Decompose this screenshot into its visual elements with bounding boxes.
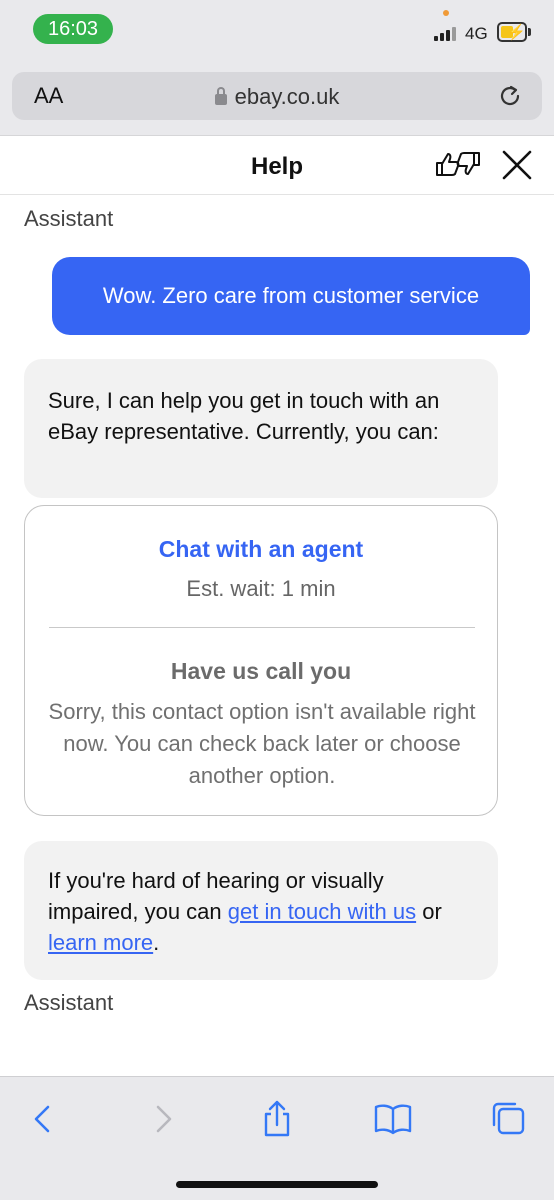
thumbs-feedback-icon[interactable] (434, 149, 482, 179)
tabs-icon[interactable] (489, 1099, 529, 1139)
forward-icon[interactable] (142, 1099, 182, 1139)
share-icon[interactable] (257, 1099, 297, 1139)
address-bar[interactable]: AA ebay.co.uk (12, 72, 542, 120)
reload-icon[interactable] (496, 82, 524, 110)
accessibility-message-bubble: If you're hard of hearing or visually im… (24, 841, 498, 980)
card-divider (49, 627, 475, 628)
home-indicator[interactable] (176, 1181, 378, 1188)
contact-options-card: Chat with an agent Est. wait: 1 min Have… (24, 505, 498, 816)
network-type: 4G (465, 24, 488, 43)
user-message-bubble: Wow. Zero care from customer service (52, 257, 530, 335)
have-us-call-you-option: Have us call you (170, 658, 352, 684)
signal-strength-icon (434, 25, 458, 41)
status-bar: 16:03 4G ⚡ (0, 0, 554, 56)
sender-label: Assistant (24, 990, 114, 1015)
chat-with-agent-link[interactable]: Chat with an agent (25, 536, 497, 563)
lock-icon (214, 87, 227, 105)
privacy-indicator-dot (443, 10, 449, 16)
bookmarks-icon[interactable] (373, 1099, 413, 1139)
learn-more-link[interactable]: learn more (48, 930, 153, 955)
battery-cap (528, 28, 531, 36)
url-text: ebay.co.uk (234, 84, 340, 109)
browser-address-area: AA ebay.co.uk (0, 56, 554, 136)
chat-wait-time: Est. wait: 1 min (186, 576, 336, 601)
chat-transcript[interactable]: Assistant Wow. Zero care from customer s… (0, 196, 554, 1076)
sender-label: Assistant (24, 206, 114, 231)
help-header: Help (0, 137, 554, 195)
back-icon[interactable] (24, 1099, 64, 1139)
battery-icon: ⚡ (497, 22, 527, 42)
close-icon[interactable] (499, 147, 535, 183)
call-unavailable-text: Sorry, this contact option isn't availab… (48, 699, 476, 788)
url-display[interactable]: ebay.co.uk (12, 84, 542, 110)
get-in-touch-link[interactable]: get in touch with us (228, 899, 416, 924)
status-time[interactable]: 16:03 (33, 14, 113, 44)
bot-message-bubble: Sure, I can help you get in touch with a… (24, 359, 498, 498)
